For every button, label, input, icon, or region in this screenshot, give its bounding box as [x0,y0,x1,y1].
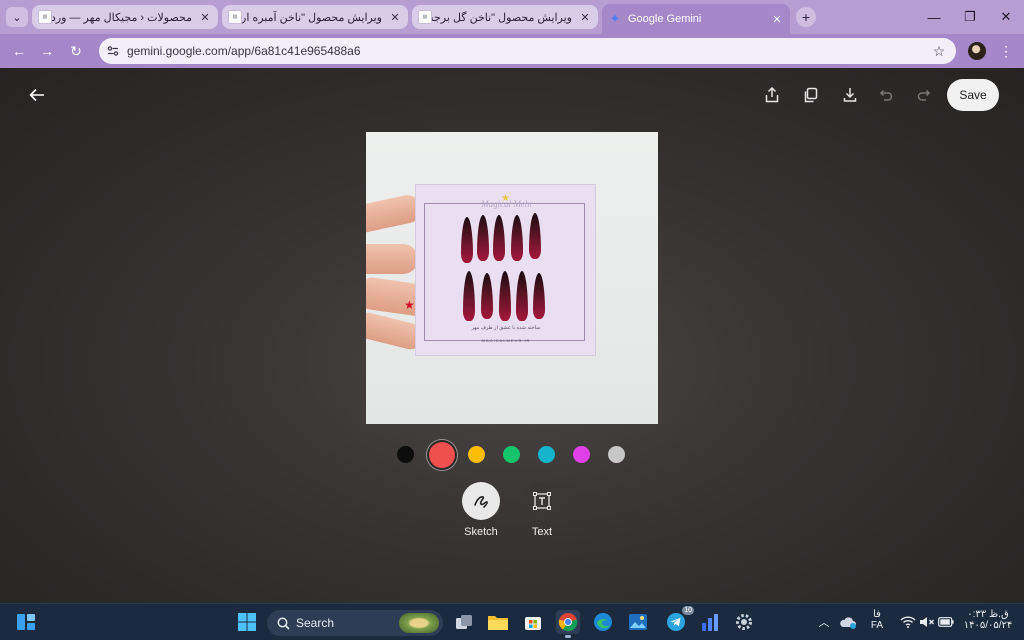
image-editor: Save ★ Magical Mehr ساخته شده با عشق از … [0,68,1024,603]
close-icon[interactable]: ✕ [578,11,592,24]
color-swatch-green[interactable] [503,446,520,463]
color-swatch-black[interactable] [397,446,414,463]
save-button[interactable]: Save [947,79,999,111]
red-star-sticker: ★ [404,298,415,312]
battery-icon[interactable] [934,610,958,634]
tab-strip: ⌄ ▦ محصولات ‹ مجیکال مهر — وردپرس ✕ ▦ وی… [0,0,1024,34]
site-info-icon[interactable] [105,43,121,59]
close-icon[interactable]: ✕ [770,13,784,26]
bar-chart-app-icon[interactable] [698,610,722,634]
redo-icon[interactable] [913,84,935,106]
bookmark-star-icon[interactable]: ☆ [928,43,950,60]
card-logo: Magical Mehr [481,199,533,209]
restore-button[interactable]: ❐ [952,0,988,34]
close-icon[interactable]: ✕ [388,11,402,24]
back-button[interactable]: ← [9,41,29,61]
gemini-logo-icon: ✦ [609,11,621,26]
copy-icon[interactable] [800,84,822,106]
site-favicon-icon: ▦ [228,10,242,24]
photos-icon[interactable] [626,610,650,634]
file-explorer-icon[interactable] [486,610,510,634]
back-arrow-icon[interactable] [26,84,48,106]
active-indicator [565,635,571,638]
close-window-button[interactable]: ✕ [988,0,1024,34]
sketch-label: Sketch [464,526,498,538]
microsoft-store-icon[interactable] [521,610,545,634]
nail-product-card: ★ Magical Mehr ساخته شده با عشق از طرف م… [415,184,596,356]
search-label: Search [296,616,335,630]
tab-google-gemini[interactable]: ✦ Google Gemini ✕ [602,4,790,34]
new-tab-button[interactable]: + [796,7,816,27]
edge-icon[interactable] [591,610,615,634]
color-swatch-magenta[interactable] [573,446,590,463]
tab-title: Google Gemini [628,13,702,25]
site-favicon-icon: ▦ [38,10,52,24]
clock[interactable]: ۰:۳۳ ق.ظ ۱۴۰۵/۰۵/۲۴ [958,609,1018,631]
task-view-icon[interactable] [452,610,476,634]
download-icon[interactable] [839,84,861,106]
color-swatch-yellow[interactable] [468,446,485,463]
notification-badge: 10 [682,606,694,615]
tab-title: محصولات ‹ مجیکال مهر — وردپرس [52,11,192,24]
forward-button[interactable]: → [37,41,57,61]
text-icon [523,482,561,520]
undo-icon[interactable] [875,84,897,106]
language-indicator[interactable]: فا FA [864,609,890,631]
tab-edit-product-1[interactable]: ▦ ویرایش محصول "ناخن آمبره ارغوانی" ✕ [222,5,408,29]
clock-date: ۱۴۰۵/۰۵/۲۴ [963,620,1013,631]
finger-shape [366,244,418,274]
search-highlight-image [399,613,439,633]
windows-start-icon[interactable] [235,610,259,634]
clock-time: ۰:۳۳ ق.ظ [967,609,1009,620]
taskbar-search[interactable]: Search [267,610,443,636]
reload-button[interactable]: ↻ [66,41,86,61]
edited-image[interactable]: ★ Magical Mehr ساخته شده با عشق از طرف م… [366,132,658,424]
card-persian-text: ساخته شده با عشق از طرف مهر [471,325,541,331]
widgets-icon[interactable] [14,610,38,634]
text-mode-button[interactable]: Text [512,482,572,538]
browser-toolbar: ← → ↻ gemini.google.com/app/6a81c41e9654… [0,34,1024,68]
onedrive-cloud-icon[interactable] [836,610,860,634]
tab-title: ویرایش محصول "ناخن آمبره ارغوانی" [242,11,382,24]
language-code: FA [870,620,884,631]
share-icon[interactable] [761,84,783,106]
sketch-icon [462,482,500,520]
color-swatch-red[interactable] [429,442,455,468]
sketch-mode-button[interactable]: Sketch [451,482,511,538]
color-swatch-gray[interactable] [608,446,625,463]
tab-products[interactable]: ▦ محصولات ‹ مجیکال مهر — وردپرس ✕ [32,5,218,29]
text-label: Text [531,526,553,538]
windows-taskbar: Search 10 ︿ فا FA ۰:۳۳ ق.ظ ۱۴۰۵/۰۵/۲۴ [0,603,1024,640]
language-native: فا [873,609,881,620]
address-bar[interactable]: gemini.google.com/app/6a81c41e965488a6 ☆ [99,38,956,64]
tab-search-button[interactable]: ⌄ [6,7,28,27]
color-swatch-cyan[interactable] [538,446,555,463]
close-icon[interactable]: ✕ [198,11,212,24]
site-favicon-icon: ▦ [418,10,432,24]
url-text: gemini.google.com/app/6a81c41e965488a6 [127,44,361,58]
tab-title: ویرایش محصول "ناخن گل برجسته" [432,11,572,24]
settings-gear-icon[interactable] [732,610,756,634]
browser-menu-icon[interactable]: ⋮ [996,41,1016,61]
card-brand-text: MAGICALMEHR.IR [481,338,531,343]
chrome-icon[interactable] [556,610,580,638]
search-icon [277,617,290,630]
telegram-icon[interactable]: 10 [664,606,694,634]
minimize-button[interactable]: — [916,0,952,34]
tab-edit-product-2[interactable]: ▦ ویرایش محصول "ناخن گل برجسته" ✕ [412,5,598,29]
chevron-up-icon[interactable]: ︿ [812,610,836,634]
profile-avatar[interactable] [968,42,986,60]
color-palette [397,442,633,468]
